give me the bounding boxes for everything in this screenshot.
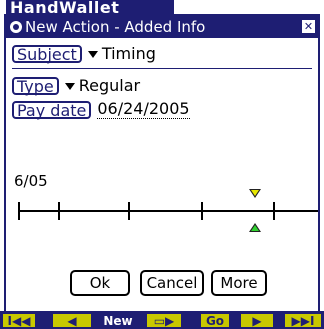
next-button[interactable]: ▶ bbox=[240, 313, 274, 328]
cancel-button[interactable]: Cancel bbox=[140, 270, 204, 296]
ok-button[interactable]: Ok bbox=[70, 270, 130, 296]
info-icon bbox=[10, 20, 22, 33]
go-button[interactable]: Go bbox=[200, 313, 230, 328]
previous-button[interactable]: ◀ bbox=[52, 313, 92, 328]
new-button[interactable]: New bbox=[96, 313, 140, 328]
timeline-tick bbox=[128, 202, 130, 220]
new-action-dialog: New Action - Added Info ✕ Subject Timing … bbox=[4, 14, 320, 314]
timeline-tick bbox=[58, 202, 60, 220]
type-value: Regular bbox=[78, 75, 141, 95]
subject-label[interactable]: Subject bbox=[12, 44, 82, 63]
close-icon[interactable]: ✕ bbox=[302, 20, 315, 33]
dropdown-triangle-icon bbox=[87, 50, 98, 58]
type-popup-trigger[interactable]: Regular bbox=[64, 75, 141, 95]
type-row: Type Regular bbox=[12, 74, 140, 96]
dropdown-triangle-icon bbox=[64, 82, 75, 90]
first-record-button[interactable]: I◀◀ bbox=[2, 313, 36, 328]
pay-date-label[interactable]: Pay date bbox=[12, 100, 92, 119]
pen-icon[interactable]: ▭▶ bbox=[146, 313, 182, 328]
timeline-period-label: 6/05 bbox=[14, 172, 48, 190]
dialog-title: New Action - Added Info bbox=[25, 18, 206, 36]
subject-row: Subject Timing bbox=[12, 42, 156, 64]
dialog-title-bar: New Action - Added Info ✕ bbox=[6, 16, 318, 38]
timeline-tick bbox=[18, 202, 20, 220]
type-label[interactable]: Type bbox=[12, 76, 59, 95]
yellow-down-marker[interactable] bbox=[249, 189, 261, 198]
pay-date-value[interactable]: 06/24/2005 bbox=[97, 100, 190, 119]
bottom-toolbar: I◀◀ ◀ New ▭▶ Go ▶ ▶▶I bbox=[0, 311, 324, 329]
timeline-tick bbox=[273, 202, 275, 220]
last-record-button[interactable]: ▶▶I bbox=[284, 313, 322, 328]
timeline-tick bbox=[201, 202, 203, 220]
more-button[interactable]: More bbox=[211, 270, 267, 296]
subject-value: Timing bbox=[101, 43, 156, 63]
subject-popup-trigger[interactable]: Timing bbox=[87, 43, 156, 63]
green-up-marker[interactable] bbox=[249, 223, 261, 232]
divider bbox=[12, 68, 312, 69]
pay-date-row: Pay date 06/24/2005 bbox=[12, 98, 190, 120]
